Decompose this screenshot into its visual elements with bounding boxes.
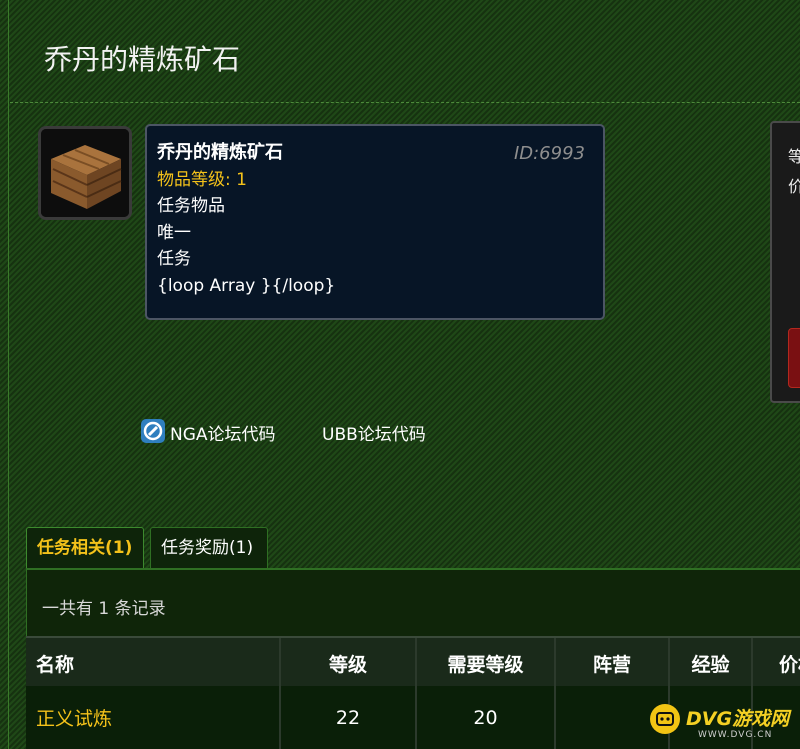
nga-icon xyxy=(141,419,165,443)
header-level[interactable]: 等级 xyxy=(281,638,417,688)
item-template-line: {loop Array }{/loop} xyxy=(157,275,336,296)
item-unique-line: 唯一 xyxy=(157,222,191,243)
cell-level: 22 xyxy=(281,686,417,749)
header-faction[interactable]: 阵营 xyxy=(556,638,670,688)
item-quest-line: 任务 xyxy=(157,249,191,269)
header-required-level[interactable]: 需要等级 xyxy=(417,638,556,688)
tab-quest-reward[interactable]: 任务奖励(1) xyxy=(150,527,268,568)
item-type-line: 任务物品 xyxy=(157,196,225,216)
tab-quest-related[interactable]: 任务相关(1) xyxy=(26,527,144,568)
watermark: DVG游戏网 WWW.DVG.CN xyxy=(650,700,800,749)
item-tooltip: 乔丹的精炼矿石 ID:6993 物品等级: 1 任务物品 唯一 任务 {loop… xyxy=(145,124,605,320)
header-name[interactable]: 名称 xyxy=(26,638,281,688)
watermark-url: WWW.DVG.CN xyxy=(698,730,773,740)
title-divider xyxy=(10,102,800,103)
right-info-panel: 等 价 xyxy=(770,121,800,403)
quest-name-link[interactable]: 正义试炼 xyxy=(26,686,281,749)
item-level: 物品等级: 1 xyxy=(157,169,247,190)
header-price[interactable]: 价格 xyxy=(753,638,800,688)
gamepad-icon xyxy=(650,704,680,734)
table-header: 名称 等级 需要等级 阵营 经验 价格 xyxy=(26,636,800,688)
tab-bar-line xyxy=(26,568,800,570)
header-experience[interactable]: 经验 xyxy=(670,638,753,688)
page-title: 乔丹的精炼矿石 xyxy=(44,43,241,76)
right-panel-button[interactable] xyxy=(788,328,800,388)
cell-required-level: 20 xyxy=(417,686,556,749)
ubb-code-link[interactable]: UBB论坛代码 xyxy=(322,420,426,445)
item-crate-icon xyxy=(38,126,132,220)
item-id: ID:6993 xyxy=(513,143,585,164)
record-count: 一共有 1 条记录 xyxy=(42,599,166,619)
nga-code-link[interactable]: NGA论坛代码 xyxy=(170,420,276,445)
watermark-text: DVG游戏网 xyxy=(686,708,790,730)
right-panel-line-2: 价 xyxy=(788,177,800,196)
right-panel-line-1: 等 xyxy=(788,147,800,166)
